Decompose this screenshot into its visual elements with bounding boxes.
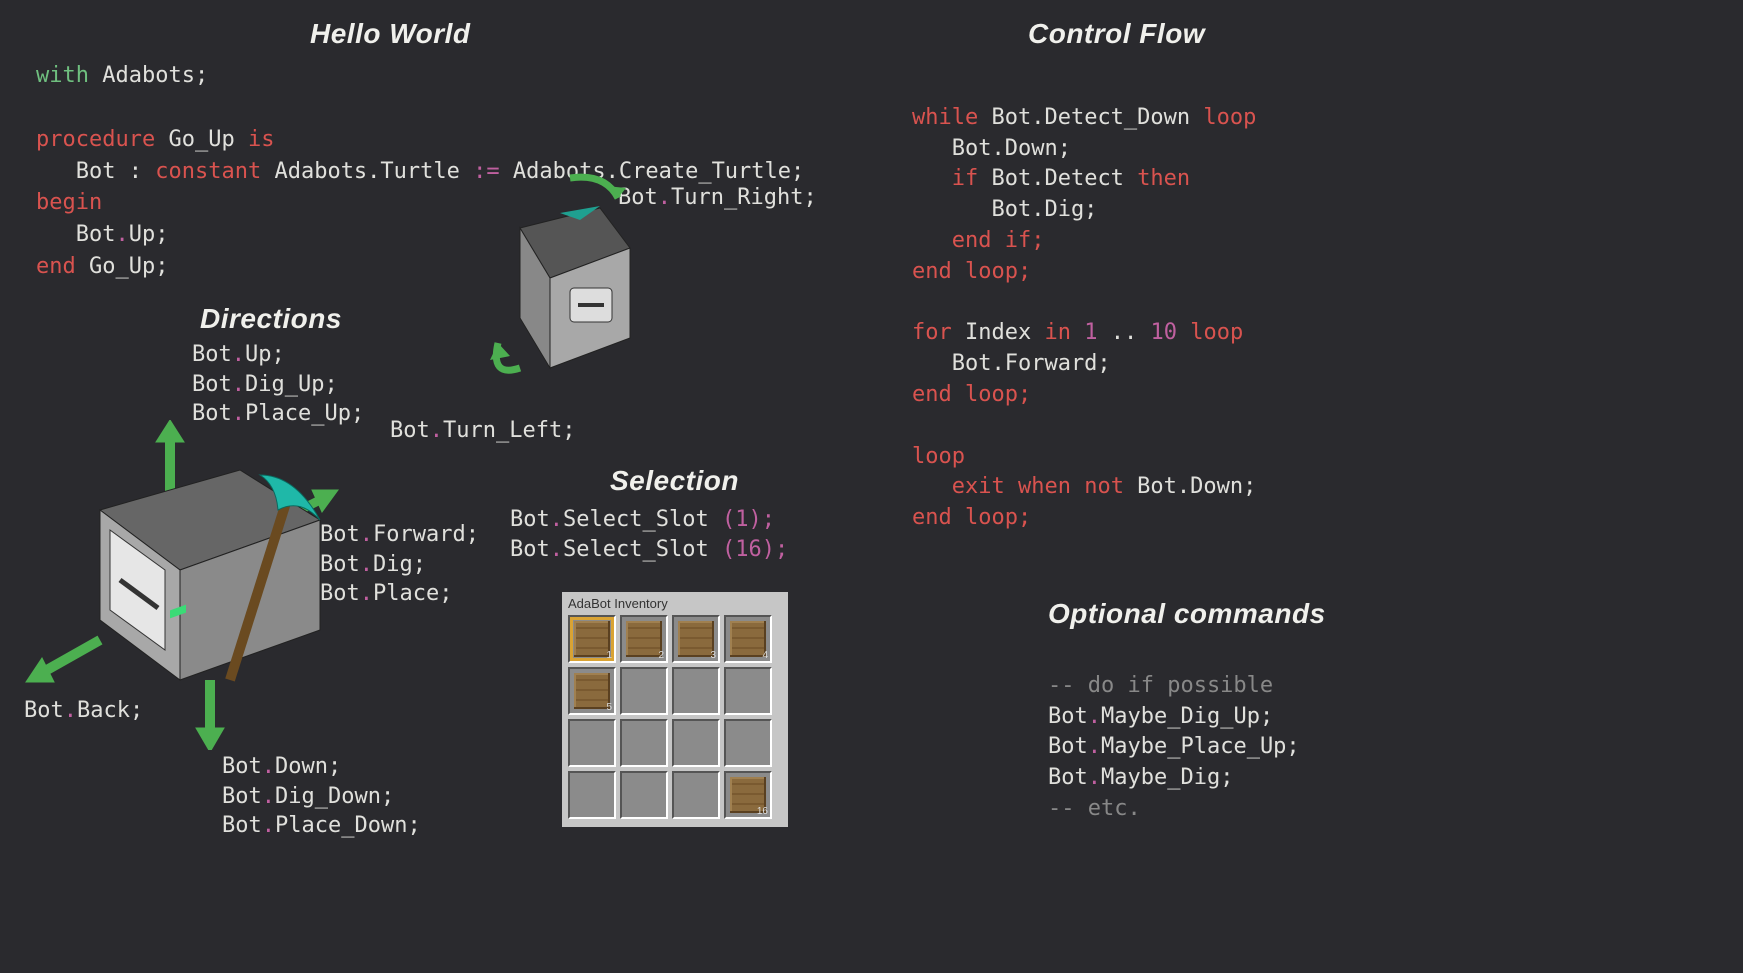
inventory-slot-13[interactable] [568,771,616,819]
inventory-slot-8[interactable] [724,667,772,715]
inventory-slot-12[interactable] [724,719,772,767]
turtle-diagram-small [450,168,640,398]
inventory-slot-3[interactable]: 3 [672,615,720,663]
inventory-slot-10[interactable] [620,719,668,767]
code-optional: -- do if possible Bot.Maybe_Dig_Up; Bot.… [1048,640,1300,825]
heading-optional: Optional commands [1048,598,1326,630]
code-hello-world: with Adabots; procedure Go_Up is Bot : c… [36,28,804,283]
heading-control-flow: Control Flow [1028,18,1205,50]
inventory-title: AdaBot Inventory [568,596,782,611]
code-control-flow: while Bot.Detect_Down loop Bot.Down; if … [912,72,1256,534]
labels-down: Bot.Down; Bot.Dig_Down; Bot.Place_Down; [222,752,421,841]
inventory-slot-9[interactable] [568,719,616,767]
inventory-panel: AdaBot Inventory 1 2 3 4 5 16 [562,592,788,827]
label-turn-left: Bot.Turn_Left; [390,418,575,443]
inventory-slot-16[interactable]: 16 [724,771,772,819]
inventory-slot-11[interactable] [672,719,720,767]
inventory-slot-15[interactable] [672,771,720,819]
heading-selection: Selection [610,465,739,497]
inventory-slot-1[interactable]: 1 [568,615,616,663]
inventory-slot-14[interactable] [620,771,668,819]
turtle-diagram-main [20,420,360,750]
heading-directions: Directions [200,303,342,335]
inventory-slot-5[interactable]: 5 [568,667,616,715]
label-turn-right: Bot.Turn_Right; [618,185,817,210]
inventory-slot-6[interactable] [620,667,668,715]
inventory-slot-4[interactable]: 4 [724,615,772,663]
inventory-slot-7[interactable] [672,667,720,715]
code-selection: Bot.Select_Slot (1); Bot.Select_Slot (16… [510,505,788,564]
inventory-slot-2[interactable]: 2 [620,615,668,663]
labels-up: Bot.Up; Bot.Dig_Up; Bot.Place_Up; [192,340,364,429]
